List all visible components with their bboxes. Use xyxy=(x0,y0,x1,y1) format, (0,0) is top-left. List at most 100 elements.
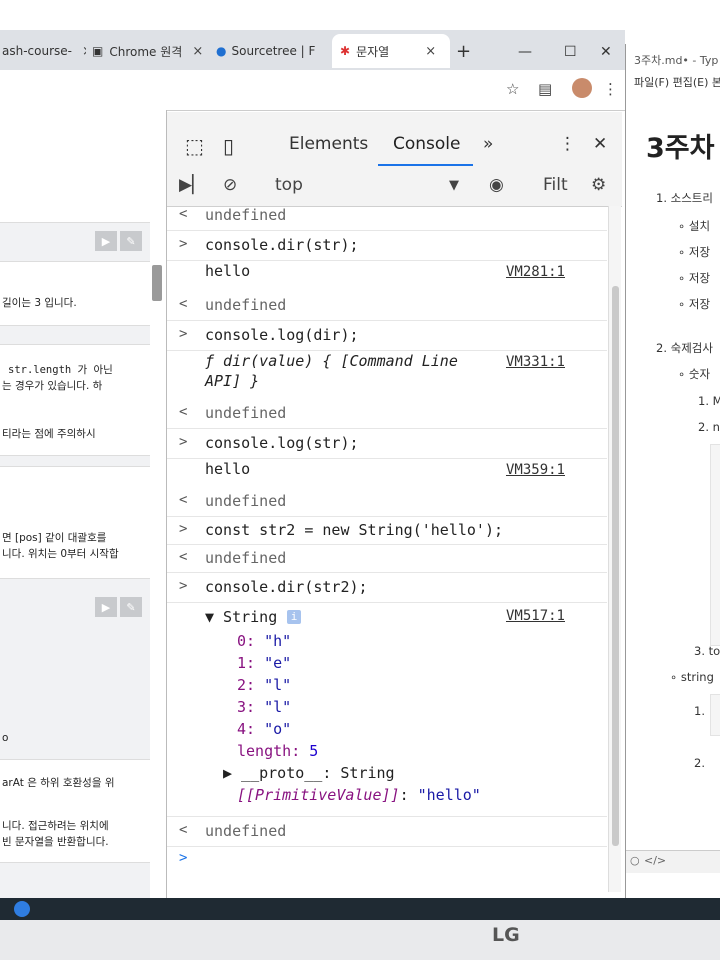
tab-sourcetree[interactable]: ● Sourcetree | F × xyxy=(216,34,326,68)
code-block xyxy=(710,694,720,736)
doc-line: ∘ 저장 xyxy=(678,297,711,311)
close-icon[interactable]: × xyxy=(425,44,436,59)
scrollbar-thumb[interactable] xyxy=(612,286,619,846)
star-icon[interactable]: ☆ xyxy=(506,80,519,98)
more-tabs-icon[interactable]: » xyxy=(483,134,493,154)
tab-dash-course[interactable]: ash-course- × xyxy=(0,34,86,68)
close-icon[interactable]: × xyxy=(82,44,86,59)
text-line: o xyxy=(2,732,9,744)
text-line: str.length 가 아닌 xyxy=(8,364,113,376)
tab-elements[interactable]: Elements xyxy=(289,134,368,154)
doc-line: 1. xyxy=(694,704,705,718)
doc-line: ∘ 설치 xyxy=(678,219,711,233)
run-icon[interactable]: ▶ xyxy=(95,231,117,251)
cast-icon[interactable]: ▤ xyxy=(538,80,552,98)
console-row: hello VM281:1 xyxy=(205,262,565,280)
text-line: 빈 문자열을 반환합니다. xyxy=(2,836,109,848)
window-close-icon[interactable]: ✕ xyxy=(600,44,612,60)
avatar[interactable] xyxy=(572,78,592,98)
edit-icon[interactable]: ✎ xyxy=(120,231,142,251)
tab-label: Chrome 원격 xyxy=(109,44,183,59)
taskbar-app-icon[interactable] xyxy=(14,901,30,917)
typora-window: 3주차.md• - Typ 파일(F) 편집(E) 본 3주차 1. 소스트리 … xyxy=(625,44,720,898)
sidebar-toggle-icon[interactable]: ▶▏ xyxy=(179,175,205,195)
console-row: < undefined xyxy=(167,206,607,231)
console-prompt[interactable]: > xyxy=(167,846,607,876)
circle-icon[interactable]: ○ xyxy=(630,854,640,867)
tab-chrome-remote[interactable]: ▣ Chrome 원격 × xyxy=(92,34,208,68)
menu-dots-icon[interactable]: ⋮ xyxy=(559,134,576,154)
object-output: ▼ String i VM517:1 0: "h" 1: "e" 2: "l" … xyxy=(167,602,607,817)
inspect-element-icon[interactable]: ⬚ xyxy=(185,134,204,158)
code-block xyxy=(0,325,150,345)
menu-dots-icon[interactable]: ⋮ xyxy=(603,80,618,98)
object-prop: 2: "l" xyxy=(237,676,292,694)
source-mode-icon[interactable]: </> xyxy=(644,854,666,867)
console-row: < undefined xyxy=(167,290,607,321)
monitor-logo: LG xyxy=(492,924,520,946)
monitor-bezel xyxy=(0,920,720,960)
window-title: 3주차.md• - Typ xyxy=(634,54,719,67)
console-output: < undefined > console.dir(str); hello VM… xyxy=(167,206,607,892)
console-row: > console.dir(str2); xyxy=(167,572,607,603)
tab-label: ash-course- xyxy=(2,44,72,58)
minimize-icon[interactable]: — xyxy=(518,44,532,60)
code-block: ▶ ✎ xyxy=(0,578,150,760)
text-line: 티라는 점에 주의하시 xyxy=(2,428,96,440)
edit-icon[interactable]: ✎ xyxy=(120,597,142,617)
object-prop: length: 5 xyxy=(237,742,319,760)
device-toolbar-icon[interactable]: ▯ xyxy=(223,134,234,158)
clear-console-icon[interactable]: ⊘ xyxy=(223,175,237,195)
text-line: 길이는 3 입니다. xyxy=(2,297,77,309)
tab-console[interactable]: Console xyxy=(393,134,461,154)
menu-bar[interactable]: 파일(F) 편집(E) 본 xyxy=(634,74,720,90)
source-link[interactable]: VM281:1 xyxy=(506,264,565,280)
run-icon[interactable]: ▶ xyxy=(95,597,117,617)
source-link[interactable]: VM359:1 xyxy=(506,462,565,478)
console-scrollbar[interactable] xyxy=(608,206,621,892)
filter-input[interactable]: Filt xyxy=(543,175,568,195)
sourcetree-icon: ● xyxy=(216,44,227,58)
console-row: > const str2 = new String('hello'); xyxy=(167,516,607,545)
text-line: arAt 은 하위 호환성을 위 xyxy=(2,777,115,789)
doc-heading: 3주차 xyxy=(646,133,715,164)
close-icon[interactable]: × xyxy=(192,44,203,59)
info-icon[interactable]: i xyxy=(287,610,301,624)
remote-desktop-icon: ▣ xyxy=(92,44,104,58)
console-row: < undefined xyxy=(167,544,607,573)
close-devtools-icon[interactable]: ✕ xyxy=(593,134,607,154)
object-prop: 4: "o" xyxy=(237,720,292,738)
taskbar xyxy=(0,898,720,920)
tab-label: 문자열 xyxy=(356,44,390,59)
doc-line: 2. xyxy=(694,756,705,770)
console-row: ƒ dir(value) { [Command Line API] } VM33… xyxy=(205,352,565,390)
close-icon[interactable]: × xyxy=(325,44,326,59)
status-bar: ○ </> xyxy=(626,850,720,873)
page-scrollbar-thumb[interactable] xyxy=(152,265,162,301)
console-row: < undefined xyxy=(167,398,607,429)
maximize-icon[interactable]: ☐ xyxy=(564,44,577,60)
eye-icon[interactable]: ◉ xyxy=(489,175,504,195)
doc-line: 3. to xyxy=(694,644,720,658)
object-header[interactable]: ▼ String xyxy=(205,608,277,626)
console-row: > console.log(dir); xyxy=(167,320,607,351)
chevron-down-icon[interactable]: ▼ xyxy=(449,178,459,193)
doc-line: 2. 숙제검사 xyxy=(656,341,713,355)
text-line: 니다. 접근하려는 위치에 xyxy=(2,820,109,832)
doc-line: ∘ 숫자 xyxy=(678,367,711,381)
context-select[interactable]: top xyxy=(275,175,303,195)
page-favicon-icon: ✱ xyxy=(340,44,351,58)
doc-line: ∘ string xyxy=(670,670,714,684)
proto-entry[interactable]: ▶ __proto__: String xyxy=(223,764,395,782)
tab-string[interactable]: ✱ 문자열 × xyxy=(332,34,450,68)
new-tab-button[interactable]: + xyxy=(456,34,471,68)
object-prop: 0: "h" xyxy=(237,632,292,650)
source-link[interactable]: VM517:1 xyxy=(506,608,565,624)
code-block xyxy=(710,444,720,646)
gear-icon[interactable]: ⚙ xyxy=(591,175,606,195)
source-link[interactable]: VM331:1 xyxy=(506,354,565,370)
primitive-value: [[PrimitiveValue]]: "hello" xyxy=(237,786,481,804)
doc-line: 2. n xyxy=(698,420,720,434)
console-toolbar: ▶▏ ⊘ top ▼ ◉ Filt ⚙ xyxy=(167,166,622,207)
devtools-tab-bar: ⬚ ▯ Elements Console » ⋮ ✕ xyxy=(167,112,622,167)
